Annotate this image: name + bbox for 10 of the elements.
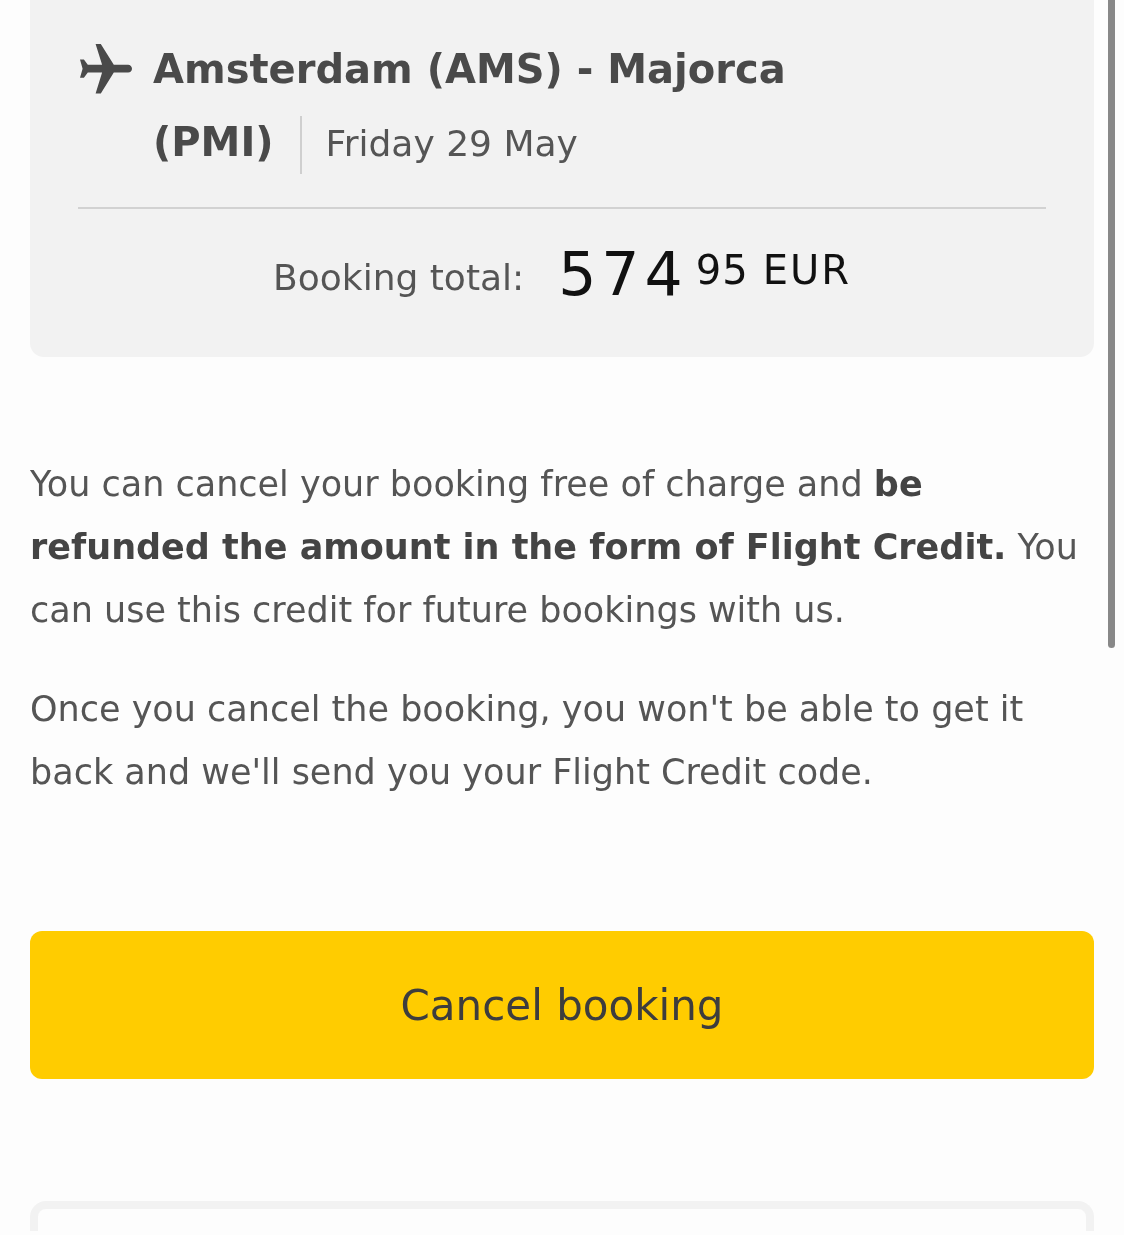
currency-label: EUR [762, 247, 851, 293]
info-paragraph: You can cancel your booking free of charge and be refunded the amount in the form of Flight Credit. You can use this credit for future bookings with us. [30, 463, 1079, 632]
price-whole: 574 [558, 238, 688, 311]
booking-total-label: Booking total: [273, 257, 525, 298]
price-decimals: 95 [695, 247, 749, 293]
scrollbar[interactable] [1108, 0, 1115, 648]
info-paragraph: Once you cancel the booking, you won't be able to get it back and we'll send you your Flight Credit code. [30, 688, 1025, 794]
flight-heading: Amsterdam (AMS) - Majorca (PMI) Friday 29 May [153, 33, 853, 180]
airplane-icon [80, 44, 132, 96]
cancel-booking-button[interactable]: Cancel booking [30, 931, 1094, 1079]
